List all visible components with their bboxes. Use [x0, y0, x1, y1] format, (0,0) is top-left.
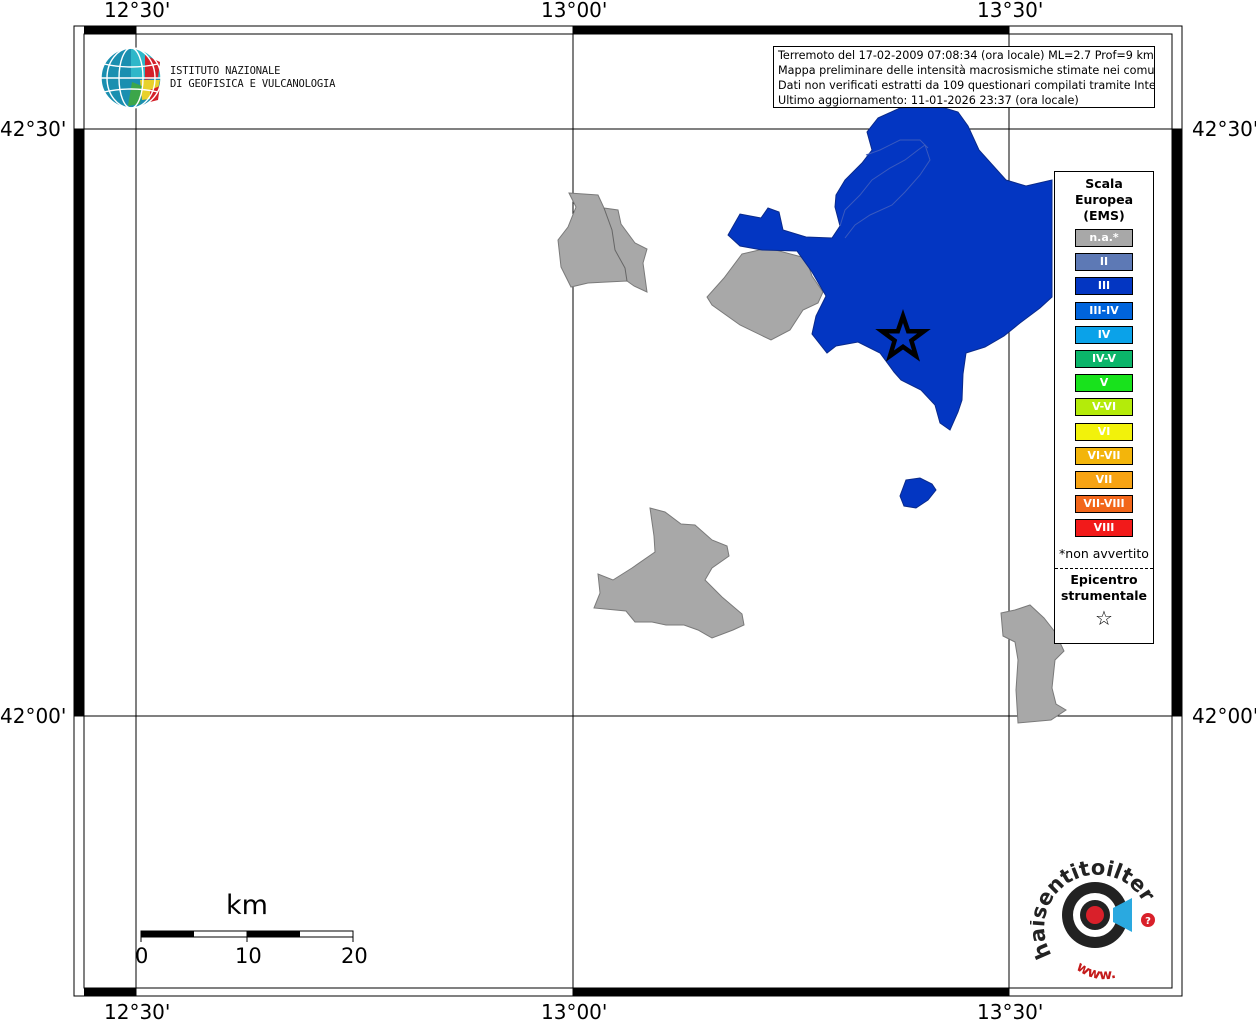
ems-legend: Scala Europea (EMS) n.a.* II III III-IV IV IV… — [1054, 171, 1154, 644]
legend-epicenter-star-icon: ☆ — [1095, 606, 1113, 630]
legend-item-vii: VII — [1075, 471, 1133, 489]
lat-label-right-1: 42°30' — [1192, 117, 1256, 141]
info-line-description: Mappa preliminare delle intensità macros… — [778, 64, 1155, 77]
legend-title: Scala Europea (EMS) — [1074, 176, 1134, 223]
map-frame — [73, 25, 1183, 997]
legend-item-vi-vii: VI-VII — [1075, 446, 1133, 465]
info-line-event: Terremoto del 17-02-2009 07:08:34 (ora l… — [778, 49, 1154, 62]
lat-label-right-2: 42°00' — [1192, 704, 1256, 728]
info-line-source: Dati non verificati estratti da 109 ques… — [778, 79, 1155, 92]
earthquake-info-box: Terremoto del 17-02-2009 07:08:34 (ora l… — [773, 46, 1155, 108]
legend-item-ii: II — [1075, 253, 1133, 272]
legend-item-vi: VI — [1075, 422, 1133, 441]
scale-tick-0: 0 — [135, 944, 149, 968]
legend-item-iv-v: IV-V — [1075, 350, 1133, 368]
legend-item-viii: VIII — [1075, 519, 1133, 538]
website-logo-prefix: www. — [1073, 959, 1117, 983]
legend-separator — [1055, 568, 1153, 569]
lon-label-bottom-1: 12°30' — [104, 1000, 171, 1024]
legend-item-iii: III — [1075, 277, 1133, 296]
website-logo: haisentitoilterremoto.it www. ? — [1030, 860, 1160, 983]
ingv-logo-line2: DI GEOFISICA E VULCANOLOGIA — [170, 78, 336, 90]
svg-text:?: ? — [1145, 916, 1151, 927]
svg-text:www.: www. — [1073, 959, 1117, 983]
legend-epicenter: Epicentro strumentale ☆ — [1055, 572, 1153, 630]
legend-item-vii-viii: VII-VIII — [1075, 495, 1133, 514]
legend-item-iv: IV — [1075, 325, 1133, 344]
lon-label-bottom-2: 13°00' — [541, 1000, 608, 1024]
info-line-updated: Ultimo aggiornamento: 11-01-2026 23:37 (… — [778, 94, 1079, 107]
legend-note: *non avvertito — [1059, 546, 1149, 561]
lon-label-top-2: 13°00' — [541, 0, 608, 22]
lon-label-top-1: 12°30' — [104, 0, 171, 22]
legend-item-v-vi: V-VI — [1075, 398, 1133, 417]
ingv-globe-logo — [100, 47, 162, 109]
lat-label-left-2: 42°00' — [0, 704, 67, 728]
legend-item-iii-iv: III-IV — [1075, 301, 1133, 320]
lon-label-top-3: 13°30' — [977, 0, 1044, 22]
scale-tick-20: 20 — [341, 944, 368, 968]
lon-label-bottom-3: 13°30' — [977, 1000, 1044, 1024]
lat-label-left-1: 42°30' — [0, 117, 67, 141]
ingv-logo-line1: ISTITUTO NAZIONALE — [170, 65, 281, 77]
target-speaker-icon: ? — [1062, 882, 1155, 948]
legend-item-n-a: n.a.* — [1075, 229, 1133, 247]
ingv-logo-text: ISTITUTO NAZIONALE DI GEOFISICA E VULCAN… — [170, 65, 335, 91]
scale-unit-label: km — [226, 890, 268, 921]
legend-item-v: V — [1075, 374, 1133, 393]
scale-tick-10: 10 — [235, 944, 262, 968]
